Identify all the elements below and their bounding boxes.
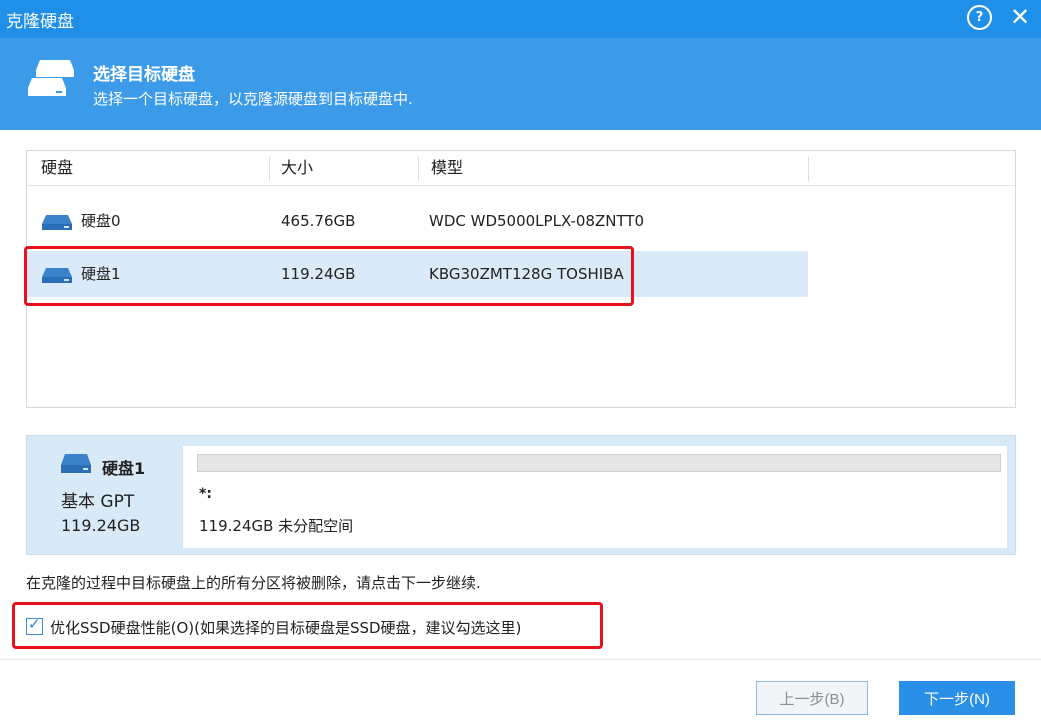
selected-disk-panel: 硬盘1 基本 GPT 119.24GB *: 119.24GB 未分配空间 — [26, 435, 1016, 555]
column-divider[interactable] — [808, 157, 809, 181]
selected-disk-name: 硬盘1 — [102, 459, 146, 478]
highlight-box-selected-disk — [24, 246, 634, 306]
column-header-model[interactable]: 模型 — [431, 151, 463, 185]
window-title: 克隆硬盘 — [6, 12, 74, 32]
disk-name: 硬盘0 — [81, 212, 121, 230]
close-icon[interactable]: ✕ — [1010, 2, 1030, 32]
optimize-ssd-checkbox[interactable]: ✓ — [26, 615, 43, 635]
warning-text: 在克隆的过程中目标硬盘上的所有分区将被删除，请点击下一步继续. — [26, 574, 481, 592]
column-header-size[interactable]: 大小 — [281, 151, 313, 185]
column-divider[interactable] — [418, 157, 419, 181]
header-banner: 选择目标硬盘 选择一个目标硬盘，以克隆源硬盘到目标硬盘中. — [0, 38, 1041, 130]
column-divider[interactable] — [269, 157, 270, 181]
disk-row-0[interactable]: 硬盘0 465.76GB WDC WD5000LPLX-08ZNTT0 — [27, 198, 808, 244]
partition-bar[interactable] — [197, 454, 1001, 472]
partition-map[interactable]: *: 119.24GB 未分配空间 — [183, 446, 1007, 548]
optimize-ssd-label[interactable]: 优化SSD硬盘性能(O)(如果选择的目标硬盘是SSD硬盘，建议勾选这里) — [50, 617, 521, 638]
checkmark-icon: ✓ — [28, 615, 41, 633]
selected-disk-size: 119.24GB — [61, 516, 141, 535]
hard-disk-icon — [42, 215, 72, 230]
partition-label: *: — [199, 486, 212, 502]
help-icon[interactable]: ? — [967, 5, 992, 30]
hard-disk-icon — [61, 454, 91, 473]
title-bar: 克隆硬盘 ? ✕ — [0, 0, 1041, 38]
selected-disk-type: 基本 GPT — [61, 492, 135, 512]
footer-divider — [0, 659, 1041, 660]
disk-model: WDC WD5000LPLX-08ZNTT0 — [429, 212, 645, 230]
disk-list-header: 硬盘 大小 模型 — [27, 151, 1015, 186]
banner-title: 选择目标硬盘 — [93, 65, 195, 85]
next-button[interactable]: 下一步(N) — [899, 681, 1015, 715]
column-header-disk[interactable]: 硬盘 — [41, 151, 73, 185]
unallocated-space-label: 119.24GB 未分配空间 — [199, 517, 354, 535]
banner-subtitle: 选择一个目标硬盘，以克隆源硬盘到目标硬盘中. — [93, 90, 413, 108]
disk-size: 465.76GB — [281, 212, 356, 230]
disk-stack-icon — [28, 60, 74, 96]
previous-button[interactable]: 上一步(B) — [756, 681, 868, 715]
